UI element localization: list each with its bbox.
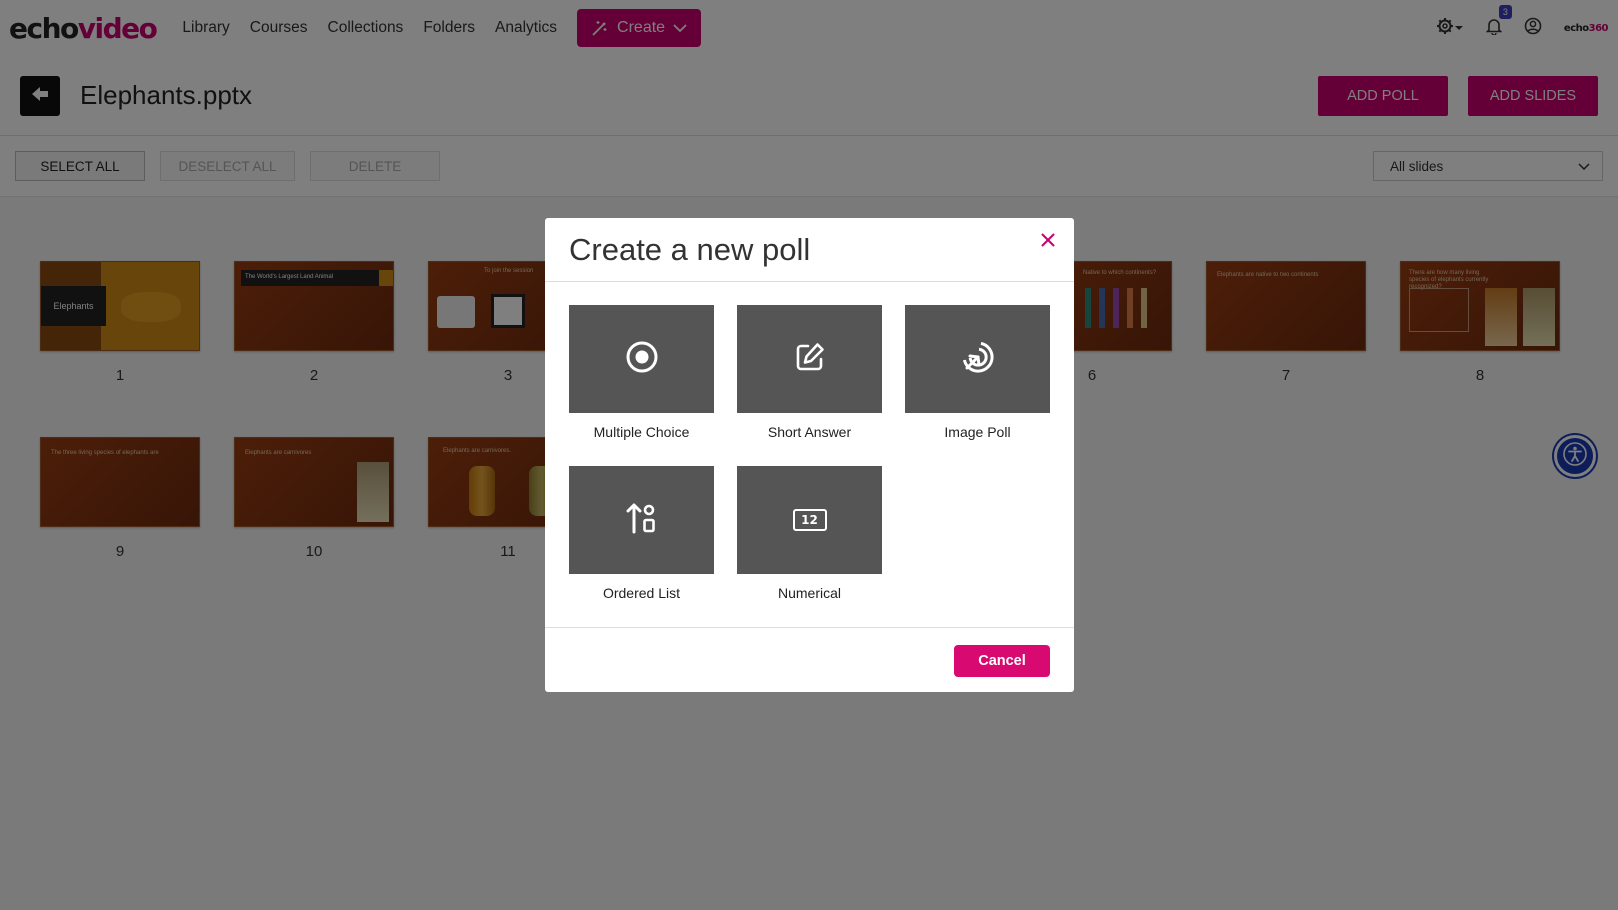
poll-option-label: Image Poll [944,424,1011,440]
poll-option-tile[interactable] [737,305,882,413]
create-poll-dialog: Create a new poll Multiple Choice Short … [545,218,1074,692]
dialog-title: Create a new poll [569,232,811,267]
poll-option-tile[interactable] [569,305,714,413]
radio-icon [625,340,659,379]
close-button[interactable] [1038,232,1058,252]
dialog-divider [545,281,1074,282]
poll-option-tile[interactable]: 12 [737,466,882,574]
poll-option-label: Ordered List [602,585,681,601]
ordered-list-icon [625,501,659,540]
cancel-button[interactable]: Cancel [954,645,1050,677]
poll-option-image-poll[interactable]: Image Poll [905,305,1050,440]
poll-option-tile[interactable] [905,305,1050,413]
poll-option-label: Multiple Choice [593,424,690,440]
dialog-footer-divider [545,627,1074,628]
target-icon [960,339,996,380]
number-icon: 12 [792,509,827,531]
numerical-glyph: 12 [801,513,818,527]
poll-option-label: Short Answer [767,424,852,440]
poll-option-multiple-choice[interactable]: Multiple Choice [569,305,714,440]
close-icon [1041,232,1055,252]
edit-icon [793,340,827,379]
poll-option-ordered-list[interactable]: Ordered List [569,466,714,601]
poll-option-short-answer[interactable]: Short Answer [737,305,882,440]
poll-option-label: Numerical [777,585,841,601]
poll-option-tile[interactable] [569,466,714,574]
poll-option-numerical[interactable]: 12 Numerical [737,466,882,601]
